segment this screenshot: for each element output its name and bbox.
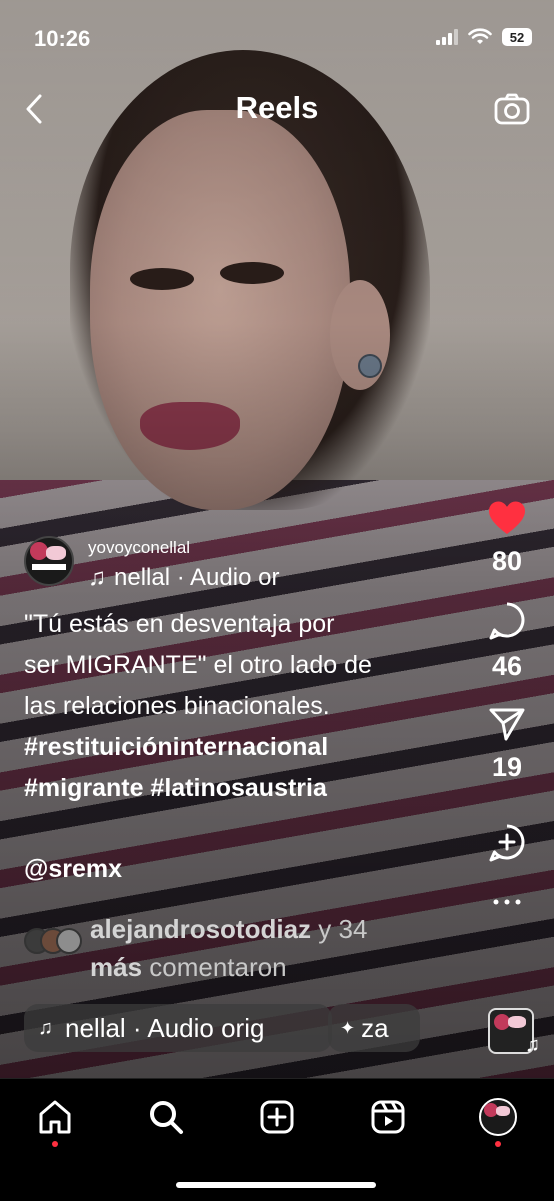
- camera-icon[interactable]: [494, 92, 530, 126]
- signal-icon: [436, 29, 458, 45]
- home-notification-dot: [52, 1141, 58, 1147]
- share-send-icon[interactable]: [488, 706, 526, 742]
- sparkle-icon: ✦: [340, 1017, 356, 1038]
- post-caption[interactable]: "Tú estás en desventaja por ser MIGRANTE…: [24, 604, 464, 890]
- post-author[interactable]: yovoyconellal ♫ nellal · Audio or: [24, 536, 279, 592]
- profile-notification-dot: [495, 1141, 501, 1147]
- commenter-rest-1: y 34: [311, 914, 368, 944]
- commenter-username[interactable]: alejandrosotodiaz: [90, 914, 311, 944]
- nav-create[interactable]: [257, 1097, 297, 1137]
- remix-add-icon[interactable]: [487, 823, 527, 863]
- page-title: Reels: [235, 90, 319, 125]
- author-avatar[interactable]: [24, 536, 74, 586]
- hashtag-line-2[interactable]: #migrante #latinosaustria: [24, 768, 464, 809]
- effect-pill-label: za: [361, 1012, 389, 1043]
- music-note-icon: ♫: [88, 564, 106, 591]
- wifi-icon: [468, 28, 492, 44]
- home-icon: [39, 1100, 71, 1134]
- commenter-avatars: [24, 928, 84, 956]
- nav-reels[interactable]: [368, 1097, 408, 1137]
- more-options-icon[interactable]: [492, 897, 522, 907]
- action-rail: 80 46 19: [472, 500, 542, 907]
- author-username[interactable]: yovoyconellal: [88, 538, 279, 558]
- create-icon: [260, 1100, 294, 1134]
- comment-count[interactable]: 46: [492, 651, 522, 682]
- home-indicator: [176, 1182, 376, 1188]
- commenters-text: alejandrosotodiaz y 34 más comentaron: [90, 910, 470, 986]
- caption-line-1: "Tú estás en desventaja por: [24, 610, 335, 638]
- status-icons: 52: [436, 28, 532, 46]
- caption-line-3: las relaciones binacionales.: [24, 692, 330, 720]
- commenters-summary[interactable]: alejandrosotodiaz y 34 más comentaron: [24, 910, 470, 986]
- caption-line-2: ser MIGRANTE" el otro lado de: [24, 651, 372, 679]
- mention-link[interactable]: @sremx: [24, 849, 464, 890]
- commenter-rest-2: comentaron: [142, 952, 287, 982]
- music-note-icon: ♫: [525, 1034, 540, 1056]
- hashtag-line-1[interactable]: #restituicióninternacional: [24, 727, 464, 768]
- audio-line-label: nellal · Audio or: [114, 564, 280, 591]
- nav-search[interactable]: [146, 1097, 186, 1137]
- nav-home[interactable]: [35, 1097, 75, 1137]
- audio-pill-label: nellal · Audio orig: [65, 1012, 265, 1043]
- music-note-icon: ♫: [38, 1016, 53, 1039]
- like-count[interactable]: 80: [492, 546, 522, 577]
- comment-icon[interactable]: [487, 601, 527, 641]
- audio-line[interactable]: ♫ nellal · Audio or: [88, 564, 279, 592]
- share-count[interactable]: 19: [492, 752, 522, 783]
- status-time: 10:26: [34, 26, 91, 51]
- battery-icon: 52: [502, 28, 532, 46]
- like-heart-icon[interactable]: [487, 500, 527, 536]
- audio-pill[interactable]: ♫ nellal · Audio orig: [24, 1004, 332, 1052]
- search-icon: [150, 1101, 183, 1134]
- profile-avatar: [479, 1098, 517, 1136]
- nav-profile[interactable]: [478, 1097, 518, 1137]
- commenter-more: más: [90, 952, 143, 982]
- effect-pill[interactable]: ✦ za: [328, 1004, 420, 1052]
- reels-icon: [371, 1100, 405, 1134]
